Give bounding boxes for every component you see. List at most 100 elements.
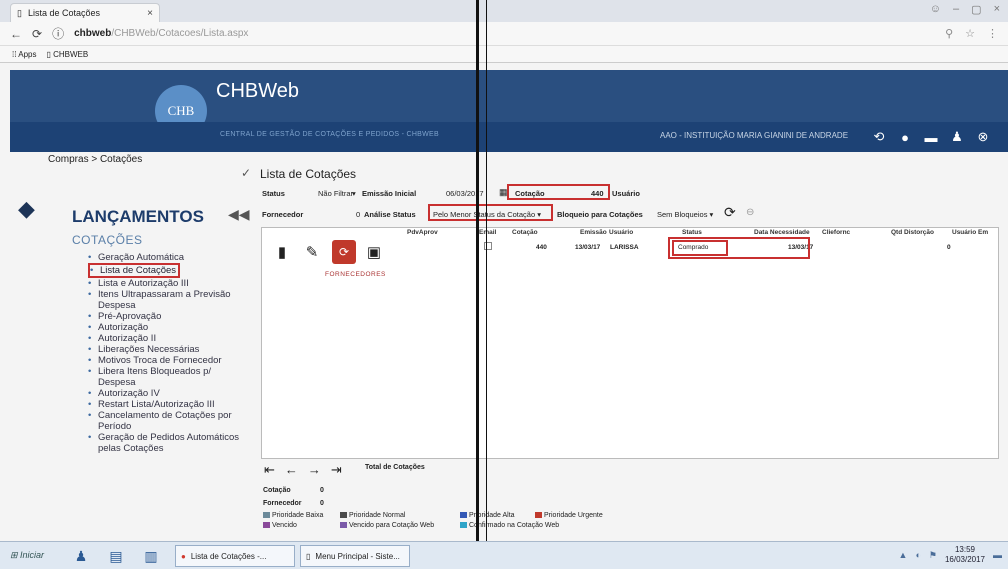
user-name: AAO - INSTITUIÇÃO MARIA GIANINI DE ANDRA…	[660, 131, 849, 140]
menu-item-libera-itens[interactable]: Libera Itens Bloqueados p/ Despesa	[88, 366, 248, 388]
menu-item-autorizacao-iv[interactable]: Autorização IV	[88, 388, 248, 399]
users-icon[interactable]: ♟	[946, 126, 968, 148]
legend-item: Prioridade Baixa	[263, 512, 323, 519]
menu-item-geracao-automatica[interactable]: Geração Automática	[88, 252, 248, 263]
header-info: CENTRAL DE GESTÃO DE COTAÇÕES E PEDIDOS …	[220, 131, 439, 138]
reload-icon[interactable]: ⟳	[32, 27, 42, 41]
pager: ⇤ ← → ⇥	[264, 462, 342, 478]
refresh-grid-icon[interactable]: ⟳	[724, 204, 736, 221]
help-icon[interactable]: ●	[894, 126, 916, 148]
user-icon[interactable]: ☺	[930, 3, 941, 16]
menu-item-autorizacao-ii[interactable]: Autorização II	[88, 333, 248, 344]
next-page-icon[interactable]: →	[308, 462, 321, 478]
clear-icon[interactable]: ⊖	[746, 207, 754, 218]
menu-item-liberacoes[interactable]: Liberações Necessárias	[88, 344, 248, 355]
col-header[interactable]: Email	[479, 229, 496, 236]
page-icon: ▯	[17, 7, 22, 18]
legend-item: Prioridade Alta	[460, 512, 515, 519]
brand-title: CHBWeb	[216, 80, 299, 102]
row-emissao: 13/03/17	[575, 244, 601, 251]
close-window-icon[interactable]: ×	[994, 3, 1000, 16]
window-icon: ▯	[306, 551, 311, 561]
legend-swatch	[263, 522, 270, 529]
back-icon[interactable]: ←	[10, 27, 22, 41]
network-icon[interactable]: ▲	[899, 550, 908, 560]
people-icon[interactable]: ♟	[70, 546, 92, 566]
menu-item-lista-autorizacao-iii[interactable]: Lista e Autorização III	[88, 278, 248, 289]
col-header[interactable]: Qtd Distorção	[891, 229, 934, 236]
footer-fornecedor-label: Fornecedor	[263, 500, 302, 507]
legend-swatch	[340, 512, 347, 519]
col-header[interactable]: Status	[682, 229, 702, 236]
taskbar: ⊞ Iniciar ♟ ▤ ▥ ● Lista de Cotações -...…	[0, 541, 1008, 569]
start-button[interactable]: ⊞ Iniciar	[10, 550, 44, 561]
check-icon: ✓	[241, 166, 252, 180]
menu-item-motivos-troca[interactable]: Motivos Troca de Fornecedor	[88, 355, 248, 366]
minimize-icon[interactable]: –	[953, 3, 959, 16]
col-header[interactable]: Cotação	[512, 229, 538, 236]
folder-icon[interactable]: ▤	[105, 546, 127, 566]
col-header[interactable]: Usuário	[609, 229, 633, 236]
taskbar-app-chrome[interactable]: ● Lista de Cotações -...	[175, 545, 295, 567]
analise-select[interactable]: Pelo Menor Status da Cotação ▾	[433, 210, 541, 219]
volume-icon[interactable]: ◐	[915, 550, 920, 560]
menu-item-restart[interactable]: Restart Lista/Autorização III	[88, 399, 248, 410]
col-header[interactable]: Emissão	[580, 229, 607, 236]
menu-item-pre-aprovacao[interactable]: Pré-Aprovação	[88, 311, 248, 322]
bookmark-chbweb[interactable]: ▯ CHBWEB	[46, 50, 88, 59]
divider-line	[476, 0, 479, 569]
table-row[interactable]: 440 13/03/17 LARISSA Comprado 13/03/17 0	[262, 240, 998, 256]
chrome-icon: ●	[181, 551, 186, 561]
col-header[interactable]: Data Necessidade	[754, 229, 810, 236]
col-header[interactable]: Usuário Em	[952, 229, 988, 236]
browser-tab[interactable]: ▯ Lista de Cotações ×	[10, 3, 160, 22]
browser-tab-bar: ▯ Lista de Cotações × ☺ – ▢ ×	[0, 0, 1008, 22]
bloqueio-label: Bloqueio para Cotações	[557, 210, 643, 219]
clock[interactable]: 13:59 16/03/2017	[945, 545, 985, 565]
last-page-icon[interactable]: ⇥	[331, 462, 342, 478]
legend-item: Prioridade Urgente	[535, 512, 603, 519]
explorer-icon[interactable]: ▥	[140, 546, 162, 566]
close-tab-icon[interactable]: ×	[147, 8, 153, 19]
row-usuario: LARISSA	[610, 244, 639, 251]
analise-label: Análise Status	[364, 210, 416, 219]
row-cotacao: 440	[536, 244, 547, 251]
breadcrumb: Compras > Cotações	[48, 154, 143, 165]
divider-line	[486, 0, 487, 569]
menu-item-cancelamento[interactable]: Cancelamento de Cotações por Período	[88, 410, 248, 432]
bookmark-apps[interactable]: ⁞⁞ Apps	[12, 50, 36, 59]
menu-item-geracao-pedidos[interactable]: Geração de Pedidos Automáticos pelas Cot…	[88, 432, 248, 454]
address-bar: ← ⟳ ⓘ chbweb/CHBWeb/Cotacoes/Lista.aspx …	[0, 22, 1008, 46]
collapse-arrow-icon[interactable]: ◀◀	[228, 206, 250, 223]
legend-item: Confirmado na Cotação Web	[460, 522, 559, 529]
footer-fornecedor-value: 0	[320, 500, 324, 507]
cotacao-field[interactable]: 440	[591, 189, 604, 198]
taskbar-app-menu[interactable]: ▯ Menu Principal - Siste...	[300, 545, 410, 567]
status-select[interactable]: Não Filtrar	[318, 189, 353, 198]
first-page-icon[interactable]: ⇤	[264, 462, 275, 478]
fornecedor-field[interactable]: 0	[356, 210, 360, 219]
star-icon[interactable]: ☆	[965, 27, 975, 40]
notification-icon[interactable]: ▬	[993, 550, 1002, 560]
dropdown-icon[interactable]: ▾	[352, 189, 356, 198]
menu-item-autorizacao[interactable]: Autorização	[88, 322, 248, 333]
legend-swatch	[535, 512, 542, 519]
logout-icon[interactable]: ⊗	[972, 126, 994, 148]
zoom-icon[interactable]: ⚲	[945, 27, 953, 40]
col-header[interactable]: Cliefornc	[822, 229, 850, 236]
col-header[interactable]: PdvAprov	[407, 229, 438, 236]
menu-item-itens-ultrapassaram[interactable]: Itens Ultrapassaram a Previsão Despesa	[88, 289, 248, 311]
emissao-label: Emissão Inicial	[362, 189, 417, 198]
truck-icon[interactable]: ▬	[920, 126, 942, 148]
menu-item-lista-cotacoes[interactable]: Lista de Cotações	[88, 263, 181, 278]
refresh-icon[interactable]: ⟲	[868, 126, 890, 148]
maximize-icon[interactable]: ▢	[971, 3, 981, 16]
url-field[interactable]: chbweb/CHBWeb/Cotacoes/Lista.aspx	[74, 28, 248, 39]
fornecedores-link[interactable]: FORNECEDORES	[325, 271, 386, 278]
footer-cotacao-label: Cotação	[263, 487, 291, 494]
legend-swatch	[340, 522, 347, 529]
menu-icon[interactable]: ⋮	[987, 27, 998, 40]
prev-page-icon[interactable]: ←	[285, 462, 298, 478]
bloqueio-select[interactable]: Sem Bloqueios ▾	[657, 210, 713, 219]
flag-icon[interactable]: ⚑	[929, 550, 937, 561]
